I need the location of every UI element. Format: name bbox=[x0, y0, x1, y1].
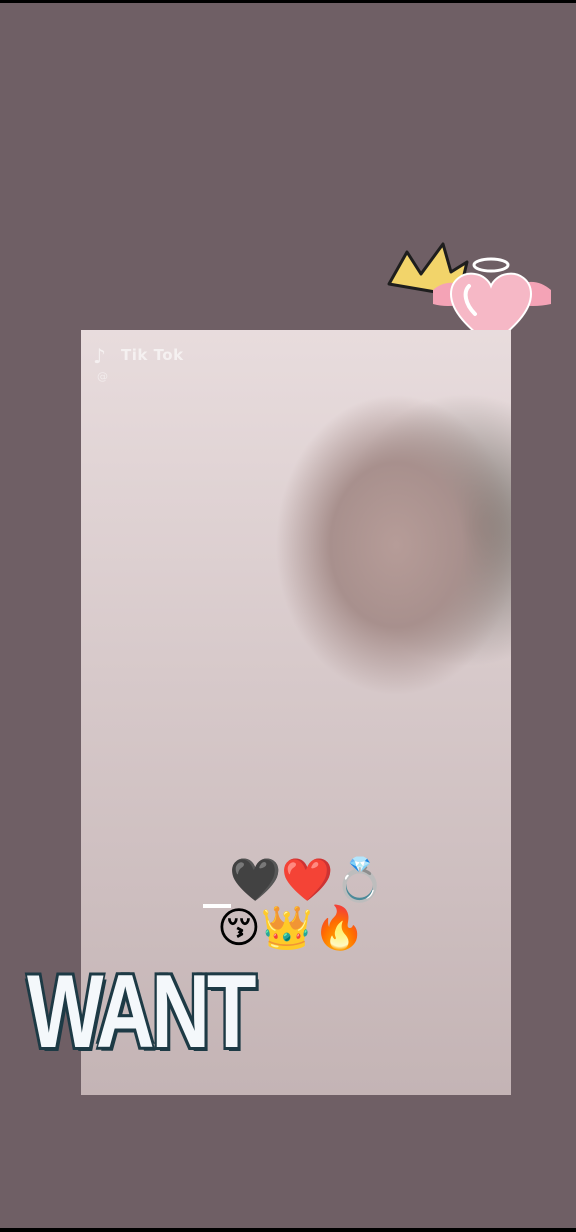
top-status-strip bbox=[0, 0, 576, 3]
tiktok-watermark: ♪ Tik Tok @ bbox=[93, 344, 223, 388]
emoji-row-kiss-crown-fire: 😚👑🔥 bbox=[217, 903, 366, 952]
tiktok-logo-icon: ♪ bbox=[93, 344, 106, 368]
watermark-username: @ bbox=[97, 370, 108, 383]
watermark-app-name: Tik Tok bbox=[121, 346, 184, 364]
caption-sticker: WANT bbox=[27, 958, 265, 1066]
halo-icon bbox=[472, 257, 510, 273]
emoji-row-hearts-ring: 🖤❤️💍 bbox=[229, 855, 386, 904]
bottom-status-strip bbox=[0, 1228, 576, 1232]
caption-text: WANT bbox=[27, 954, 256, 1070]
